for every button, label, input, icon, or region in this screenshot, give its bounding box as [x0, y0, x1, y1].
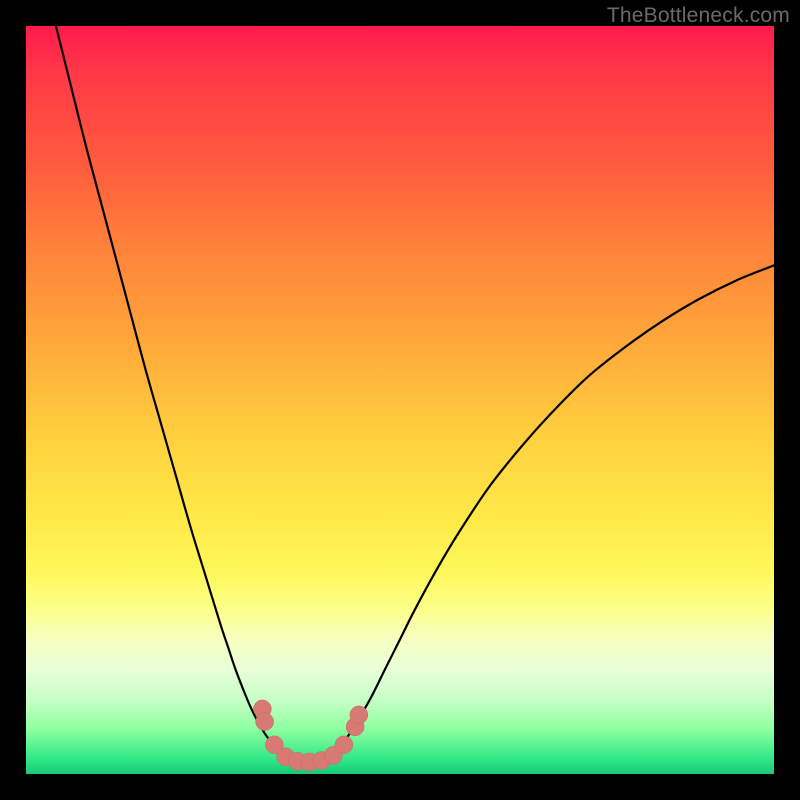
curve-right-branch — [325, 265, 774, 758]
watermark-text: TheBottleneck.com — [607, 4, 790, 28]
valley-marker — [335, 736, 353, 754]
series-group — [56, 26, 774, 761]
curve-left-branch — [56, 26, 303, 761]
marker-group — [253, 700, 367, 771]
chart-svg — [26, 26, 774, 774]
chart-frame: TheBottleneck.com — [0, 0, 800, 800]
valley-marker — [350, 706, 368, 724]
valley-marker — [256, 713, 274, 731]
plot-area — [26, 26, 774, 774]
